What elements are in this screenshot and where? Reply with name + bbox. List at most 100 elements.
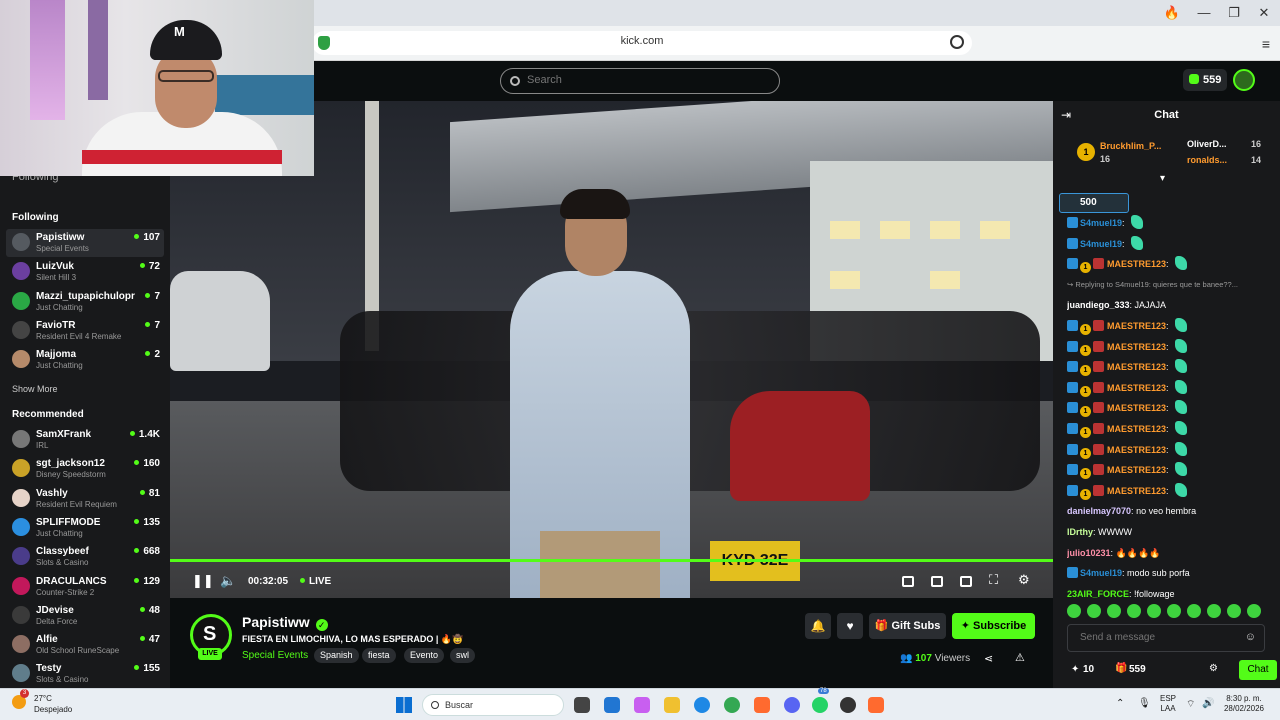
chat-username[interactable]: juandiego_333 <box>1067 300 1130 310</box>
chat-message[interactable]: S4muel19: modo sub porfa <box>1067 563 1277 584</box>
pip-icon[interactable] <box>902 576 914 587</box>
channel-name[interactable]: Papistiww ✓ <box>242 614 328 631</box>
url-field[interactable]: kick.com <box>312 31 972 55</box>
theater-mode-icon[interactable] <box>960 576 972 587</box>
expand-leaderboard-icon[interactable]: ▾ <box>1160 173 1165 184</box>
clock[interactable]: 8:30 p. m. 28/02/2026 <box>1220 694 1268 714</box>
chat-message[interactable]: 1 MAESTRE123: <box>1067 254 1277 275</box>
flame-icon[interactable]: 🔥 <box>1160 4 1184 22</box>
gift-subs-button[interactable]: 🎁 Gift Subs <box>869 613 946 639</box>
chat-message[interactable]: 1 MAESTRE123: <box>1067 316 1277 337</box>
sidebar-channel-item[interactable]: FavioTR Resident Evil 4 Remake 7 <box>6 317 164 345</box>
chat-username[interactable]: MAESTRE123 <box>1107 403 1166 413</box>
chat-message[interactable]: 1 MAESTRE123: <box>1067 357 1277 378</box>
maximize-button[interactable]: ❐ <box>1222 4 1246 22</box>
whatsapp-icon[interactable] <box>812 697 828 713</box>
brave-browser-active-icon[interactable] <box>868 697 884 713</box>
file-explorer-icon[interactable] <box>664 697 680 713</box>
chat-username[interactable]: MAESTRE123 <box>1107 383 1166 393</box>
sidebar-channel-item[interactable]: Mazzi_tupapichulopr Just Chatting 7 <box>6 288 164 316</box>
kicks-balance[interactable]: 559 <box>1183 69 1227 91</box>
sidebar-channel-item[interactable]: Alfie Old School RuneScape 47 <box>6 631 164 659</box>
gift-icon[interactable]: 🎁 <box>1115 663 1127 674</box>
extension-icon[interactable] <box>950 35 964 49</box>
chat-username[interactable]: S4muel19 <box>1080 218 1122 228</box>
kicks-goal-box[interactable]: 500 <box>1059 193 1129 213</box>
speaker-icon[interactable]: 🔊 <box>1202 698 1214 709</box>
chat-reply-context[interactable]: ↪ Replying to S4muel19: quieres que te b… <box>1067 275 1277 296</box>
pause-icon[interactable]: ❚❚ <box>192 573 214 589</box>
tray-chevron-icon[interactable]: ⌃ <box>1116 698 1124 709</box>
chat-username[interactable]: IDrthy <box>1067 527 1093 537</box>
chat-username[interactable]: MAESTRE123 <box>1107 321 1166 331</box>
notification-bell-button[interactable]: 🔔 <box>805 613 831 639</box>
wifi-icon[interactable]: ⌔ <box>1186 698 1195 711</box>
edge-icon[interactable] <box>694 697 710 713</box>
chat-input-box[interactable]: ☺ <box>1067 624 1265 652</box>
discord-icon[interactable] <box>784 697 800 713</box>
search-input[interactable] <box>527 74 767 86</box>
chat-username[interactable]: 23AIR_FORCE <box>1067 589 1129 599</box>
chat-message[interactable]: 1 MAESTRE123: <box>1067 440 1277 461</box>
sidebar-channel-item[interactable]: SamXFrank IRL 1.4K <box>6 426 164 454</box>
chat-send-button[interactable]: Chat <box>1239 660 1277 680</box>
sidebar-channel-item[interactable]: DRACULANCS Counter-Strike 2 129 <box>6 573 164 601</box>
top-gifter-name[interactable]: Bruckhlim_P... <box>1100 141 1161 151</box>
chat-message[interactable]: 1 MAESTRE123: <box>1067 398 1277 419</box>
sidebar-channel-item[interactable]: JDevise Delta Force 48 <box>6 602 164 630</box>
clip-icon[interactable] <box>931 576 943 587</box>
tag-evento[interactable]: Evento <box>404 648 445 663</box>
chat-message[interactable]: 1 MAESTRE123: <box>1067 337 1277 358</box>
chat-message[interactable]: julio10231: 🔥🔥🔥🔥 <box>1067 543 1277 564</box>
stream-category[interactable]: Special Events <box>242 650 308 661</box>
taskbar-search[interactable]: Buscar <box>422 694 564 716</box>
emote-icon[interactable] <box>1087 604 1101 618</box>
chat-username[interactable]: julio10231 <box>1067 548 1111 558</box>
tag-spanish[interactable]: Spanish <box>314 648 359 663</box>
chat-message[interactable]: juandiego_333: JAJAJA <box>1067 295 1277 316</box>
chat-message[interactable]: IDrthy: WWWW <box>1067 522 1277 543</box>
chat-username[interactable]: MAESTRE123 <box>1107 465 1166 475</box>
chat-message[interactable]: S4muel19: <box>1067 234 1277 255</box>
progress-bar[interactable] <box>170 559 1053 562</box>
live-indicator[interactable]: LIVE <box>300 576 331 587</box>
minimize-button[interactable]: — <box>1192 4 1216 22</box>
sidebar-channel-item[interactable]: sgt_jackson12 Disney Speedstorm 160 <box>6 455 164 483</box>
close-button[interactable]: ✕ <box>1252 4 1276 22</box>
show-more-link[interactable]: Show More <box>12 384 58 394</box>
fullscreen-icon[interactable]: ⛶ <box>989 572 998 588</box>
emote-icon[interactable] <box>1067 604 1081 618</box>
sidebar-channel-item[interactable]: Majjoma Just Chatting 2 <box>6 346 164 374</box>
store-icon[interactable] <box>604 697 620 713</box>
brave-icon[interactable] <box>754 697 770 713</box>
tag-fiesta[interactable]: fiesta <box>362 648 396 663</box>
chat-message[interactable]: 23AIR_FORCE: !followage <box>1067 584 1277 605</box>
emote-icon[interactable] <box>1227 604 1241 618</box>
copilot-icon[interactable] <box>634 697 650 713</box>
menu-icon[interactable]: ≡ <box>1262 36 1270 52</box>
chat-message[interactable]: S4muel19: <box>1067 213 1277 234</box>
emoji-picker-icon[interactable]: ☺ <box>1245 631 1256 643</box>
sidebar-channel-item[interactable]: SPLIFFMODE Just Chatting 135 <box>6 514 164 542</box>
chat-message-input[interactable] <box>1080 632 1240 643</box>
user-avatar[interactable] <box>1233 69 1255 91</box>
share-icon[interactable]: ⋖ <box>984 652 993 665</box>
chat-message[interactable]: 1 MAESTRE123: <box>1067 481 1277 502</box>
subscribe-button[interactable]: ✦ Subscribe <box>952 613 1035 639</box>
emote-icon[interactable] <box>1207 604 1221 618</box>
report-icon[interactable]: ⚠ <box>1015 651 1025 664</box>
points-icon[interactable]: ✦ <box>1071 664 1079 675</box>
sidebar-channel-item[interactable]: Testy Slots & Casino 155 <box>6 660 164 688</box>
chat-username[interactable]: MAESTRE123 <box>1107 445 1166 455</box>
second-gifter-name[interactable]: OliverD... <box>1187 139 1227 149</box>
sidebar-channel-item[interactable]: Papistiww Special Events 107 <box>6 229 164 257</box>
windows-start-icon[interactable] <box>396 697 412 713</box>
chat-username[interactable]: S4muel19 <box>1080 239 1122 249</box>
settings-gear-icon[interactable]: ⚙ <box>1018 572 1030 588</box>
obs-icon[interactable] <box>840 697 856 713</box>
chat-username[interactable]: MAESTRE123 <box>1107 362 1166 372</box>
task-view-icon[interactable] <box>574 697 590 713</box>
tag-swl[interactable]: swl <box>450 648 475 663</box>
emote-icon[interactable] <box>1127 604 1141 618</box>
chat-message[interactable]: danielmay7070: no veo hembra <box>1067 501 1277 522</box>
